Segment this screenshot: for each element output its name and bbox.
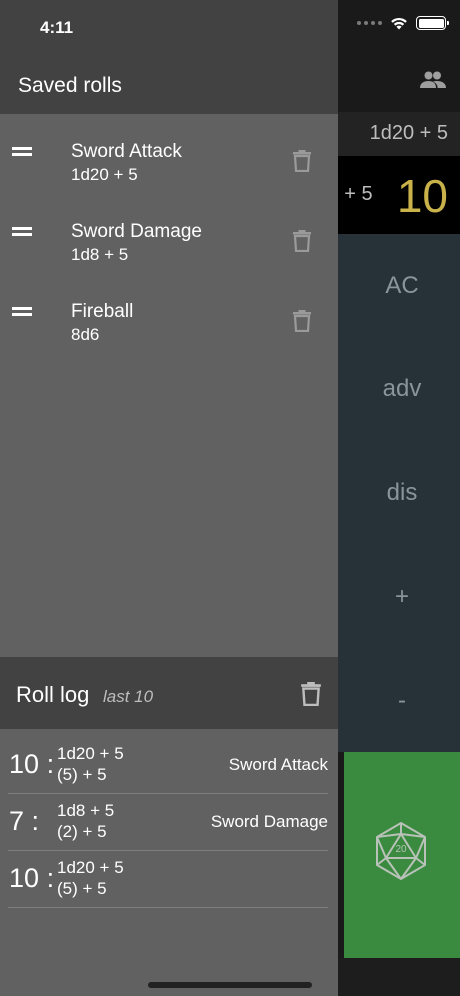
- divider: [8, 907, 328, 908]
- log-total: 10 :: [9, 749, 54, 780]
- saved-roll-formula: 8d6: [71, 325, 100, 344]
- log-formula: 1d8 + 5: [57, 801, 115, 820]
- log-total-value: 10: [9, 863, 40, 893]
- ac-button[interactable]: AC: [338, 234, 460, 338]
- advantage-button[interactable]: adv: [338, 337, 460, 441]
- roll-log-subtitle: last 10: [103, 687, 154, 706]
- log-total: 7 :: [9, 806, 39, 837]
- result-expression: ) + 5: [332, 183, 373, 205]
- trash-icon[interactable]: [292, 230, 312, 252]
- saved-roll-name: Sword Damage: [71, 221, 202, 242]
- log-roll-name: Sword Attack: [228, 755, 328, 774]
- battery-icon: [416, 16, 449, 30]
- log-formula: 1d20 + 5: [57, 744, 124, 763]
- wifi-icon: [391, 17, 407, 30]
- side-drawer: 4:11 Saved rolls Sword Attack 1d20 + 5 S…: [0, 0, 338, 996]
- log-entry: 10 : 1d20 + 5 (5) + 5 Sword Attack: [0, 737, 338, 794]
- log-breakdown: (2) + 5: [57, 822, 107, 841]
- trash-icon[interactable]: [292, 310, 312, 332]
- status-icons: [357, 16, 449, 30]
- minus-button[interactable]: -: [338, 649, 460, 753]
- log-colon: :: [46, 749, 55, 779]
- home-indicator[interactable]: [148, 982, 312, 988]
- d20-icon: 20: [376, 822, 426, 880]
- drag-handle-icon[interactable]: [12, 147, 32, 157]
- saved-roll-name: Sword Attack: [71, 141, 182, 162]
- signal-dots-icon: [357, 21, 382, 25]
- svg-text:20: 20: [395, 844, 407, 855]
- people-icon[interactable]: [420, 70, 446, 90]
- drawer-title: Saved rolls: [18, 74, 122, 97]
- saved-roll-formula: 1d8 + 5: [71, 245, 129, 264]
- saved-roll-item[interactable]: Fireball 8d6: [0, 274, 338, 354]
- saved-rolls-list: Sword Attack 1d20 + 5 Sword Damage 1d8 +…: [0, 114, 338, 354]
- plus-button[interactable]: +: [338, 545, 460, 649]
- log-colon: :: [31, 806, 40, 836]
- log-total-value: 7: [9, 806, 25, 836]
- result-value: 10: [396, 170, 448, 222]
- log-total-value: 10: [9, 749, 40, 779]
- clear-log-trash-icon[interactable]: [300, 682, 322, 706]
- saved-roll-item[interactable]: Sword Attack 1d20 + 5: [0, 114, 338, 194]
- log-roll-name: Sword Damage: [210, 812, 328, 831]
- current-formula: 1d20 + 5: [369, 122, 448, 144]
- roll-log-list: 10 : 1d20 + 5 (5) + 5 Sword Attack 7 : 1…: [0, 737, 338, 908]
- drag-handle-icon[interactable]: [12, 307, 32, 317]
- bottom-strip: [338, 958, 460, 996]
- drag-handle-icon[interactable]: [12, 227, 32, 237]
- saved-roll-formula: 1d20 + 5: [71, 165, 138, 184]
- log-entry: 7 : 1d8 + 5 (2) + 5 Sword Damage: [0, 794, 338, 851]
- log-breakdown: (5) + 5: [57, 879, 107, 898]
- log-breakdown: (5) + 5: [57, 765, 107, 784]
- log-formula: 1d20 + 5: [57, 858, 124, 877]
- saved-roll-name: Fireball: [71, 301, 134, 322]
- log-total: 10 :: [9, 863, 54, 894]
- trash-icon[interactable]: [292, 150, 312, 172]
- log-entry: 10 : 1d20 + 5 (5) + 5: [0, 851, 338, 908]
- roll-log-title: Roll log: [16, 682, 90, 707]
- modifier-panel: AC adv dis + -: [338, 234, 460, 752]
- status-time: 4:11: [40, 18, 74, 37]
- saved-roll-item[interactable]: Sword Damage 1d8 + 5: [0, 194, 338, 274]
- disadvantage-button[interactable]: dis: [338, 441, 460, 545]
- log-colon: :: [46, 863, 55, 893]
